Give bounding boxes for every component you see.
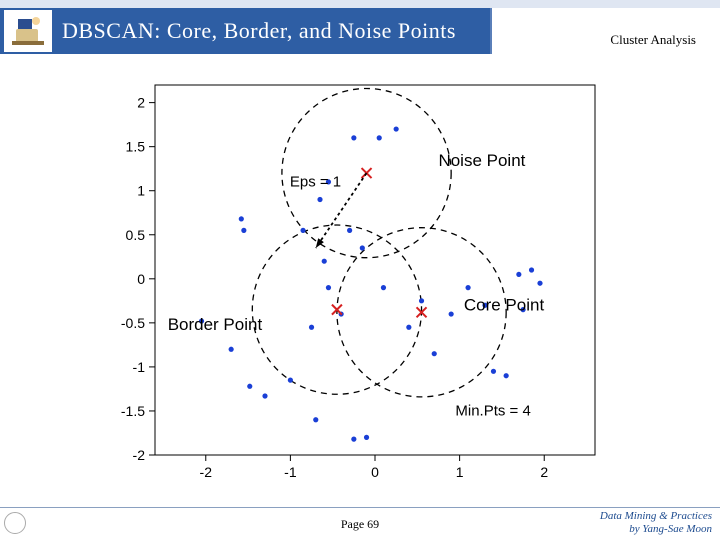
svg-text:0: 0 <box>371 464 379 480</box>
dbscan-figure: -2 -1 0 1 2 -2 -1.5 -1 -0.5 0 0.5 1 1.5 2 Eps = 1 Noise… <box>95 70 615 490</box>
svg-text:-1.5: -1.5 <box>121 403 145 419</box>
svg-text:-2: -2 <box>133 447 146 463</box>
svg-text:-1: -1 <box>133 359 146 375</box>
footer-credit: Data Mining & Practices by Yang-Sae Moon <box>600 510 712 536</box>
title-banner: DBSCAN: Core, Border, and Noise Points <box>0 8 492 54</box>
svg-text:0.5: 0.5 <box>126 227 146 243</box>
svg-text:Eps = 1: Eps = 1 <box>290 173 341 190</box>
svg-text:0: 0 <box>137 271 145 287</box>
svg-text:1: 1 <box>137 183 145 199</box>
svg-text:2: 2 <box>540 464 548 480</box>
credit-line2: by Yang-Sae Moon <box>629 523 712 535</box>
svg-text:2: 2 <box>137 95 145 111</box>
credit-line1: Data Mining & Practices <box>600 510 712 522</box>
svg-text:Core Point: Core Point <box>464 296 545 315</box>
svg-text:1.5: 1.5 <box>126 139 146 155</box>
slide-subject: Cluster Analysis <box>610 32 696 48</box>
svg-text:1: 1 <box>456 464 464 480</box>
footer: Page 69 Data Mining & Practices by Yang-… <box>0 507 720 538</box>
slide-logo-icon <box>4 10 52 52</box>
slide-title: DBSCAN: Core, Border, and Noise Points <box>62 18 456 44</box>
svg-text:-0.5: -0.5 <box>121 315 145 331</box>
svg-text:Min.Pts = 4: Min.Pts = 4 <box>455 402 530 419</box>
svg-text:-2: -2 <box>200 464 213 480</box>
svg-text:-1: -1 <box>284 464 297 480</box>
svg-text:Border Point: Border Point <box>168 315 263 334</box>
svg-text:Noise Point: Noise Point <box>438 151 525 170</box>
